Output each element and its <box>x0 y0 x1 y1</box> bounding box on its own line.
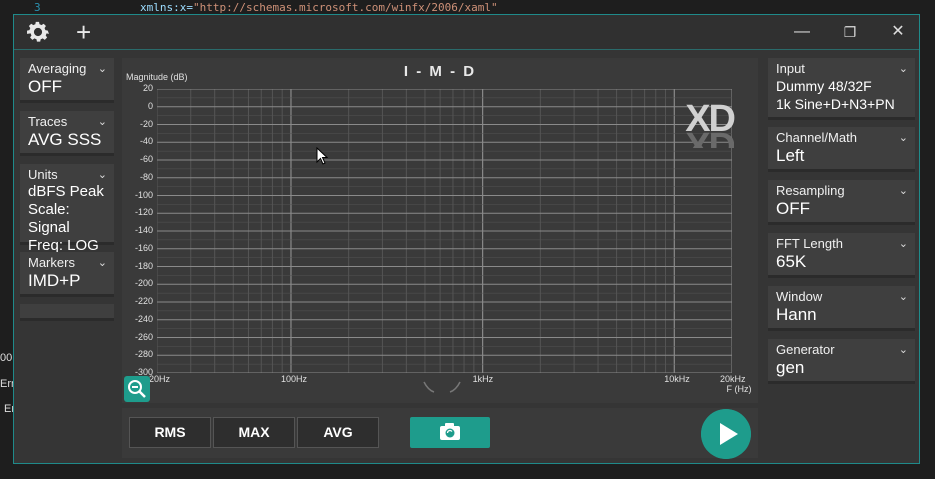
y-tick-label: -220 <box>134 296 153 306</box>
units-label: Units <box>28 167 58 182</box>
spectrum-graph[interactable]: I - M - D Magnitude (dB) 20 0 -20 -40 -60 -80… <box>122 58 758 403</box>
rms-button[interactable]: RMS <box>129 417 211 448</box>
camera-icon[interactable] <box>410 417 490 448</box>
play-icon[interactable] <box>701 409 751 459</box>
chevron-down-icon: ⌄ <box>898 63 908 75</box>
resampling-label: Resampling <box>776 183 845 198</box>
code-line-number: 3 <box>34 1 41 14</box>
y-tick-label: -40 <box>139 136 153 147</box>
window-label: Window <box>776 289 823 304</box>
mouse-cursor-icon <box>316 147 328 165</box>
input-line-2: 1k Sine+D+N3+PN <box>776 96 895 112</box>
chevron-down-icon: ⌄ <box>898 344 908 356</box>
input-line-1: Dummy 48/32F <box>776 78 872 94</box>
plot-area[interactable] <box>157 89 732 373</box>
fft-length-value: 65K <box>776 252 807 271</box>
code-string: "http://schemas.microsoft.com/winfx/2006… <box>192 1 498 14</box>
scroll-handle-icon[interactable] <box>422 380 462 394</box>
generator-panel[interactable]: Generator gen ⌄ <box>768 339 915 384</box>
x-axis-label: F (Hz) <box>726 384 752 394</box>
resampling-value: OFF <box>776 199 810 218</box>
chevron-down-icon: ⌄ <box>898 291 908 303</box>
chevron-down-icon: ⌄ <box>898 132 908 144</box>
y-tick-label: -280 <box>134 349 153 360</box>
add-icon[interactable]: + <box>76 19 91 45</box>
channel-math-panel[interactable]: Channel/Math Left ⌄ <box>768 127 915 172</box>
graph-title: I - M - D <box>403 63 477 80</box>
background-editor-strip: 3 xmlns:x="http://schemas.microsoft.com/… <box>0 0 935 14</box>
app-window: + — ❐ ✕ Averaging OFF ⌄ Traces AVG SSS ⌄… <box>13 14 920 464</box>
resampling-panel[interactable]: Resampling OFF ⌄ <box>768 180 915 225</box>
generator-label: Generator <box>776 342 835 357</box>
y-tick-label: -140 <box>134 225 153 235</box>
x-tick-label: 100Hz <box>280 374 307 384</box>
x-tick-label: 1kHz <box>472 374 494 384</box>
code-line: xmlns:x="http://schemas.microsoft.com/wi… <box>140 1 498 14</box>
channel-math-value: Left <box>776 146 805 165</box>
bg-fragment-1: 00 <box>0 352 13 364</box>
traces-value: AVG SSS <box>28 130 102 149</box>
control-bar: RMS MAX AVG <box>122 408 758 459</box>
fft-length-panel[interactable]: FFT Length 65K ⌄ <box>768 233 915 278</box>
generator-value: gen <box>776 358 805 377</box>
y-tick-label: 20 <box>142 83 153 93</box>
y-tick-label: -240 <box>134 313 153 324</box>
averaging-value: OFF <box>28 77 62 96</box>
channel-math-label: Channel/Math <box>776 130 857 145</box>
xd-logo-reflection: XD <box>685 126 734 148</box>
units-line-1: dBFS Peak <box>28 183 104 200</box>
input-label: Input <box>776 61 805 76</box>
y-tick-label: 0 <box>147 100 153 111</box>
chevron-down-icon: ⌄ <box>97 116 107 128</box>
zoom-out-icon[interactable] <box>124 376 150 402</box>
traces-panel[interactable]: Traces AVG SSS ⌄ <box>20 111 114 156</box>
chevron-down-icon: ⌄ <box>97 169 107 181</box>
max-button[interactable]: MAX <box>213 417 295 448</box>
chevron-down-icon: ⌄ <box>898 238 908 250</box>
markers-label: Markers <box>28 255 75 270</box>
y-tick-label: -260 <box>134 331 153 342</box>
code-attribute: xmlns:x= <box>140 1 193 14</box>
x-tick-label: 20Hz <box>149 374 171 384</box>
y-tick-label: -60 <box>139 154 153 164</box>
x-tick-label: 20kHz <box>720 374 746 384</box>
y-tick-label: -80 <box>139 171 153 182</box>
y-tick-label: -200 <box>134 278 153 289</box>
chevron-down-icon: ⌄ <box>898 185 908 197</box>
restore-button[interactable]: ❐ <box>838 21 862 43</box>
fft-length-label: FFT Length <box>776 236 843 251</box>
title-bar: + — ❐ ✕ <box>14 15 919 50</box>
close-button[interactable]: ✕ <box>886 21 910 43</box>
chevron-down-icon: ⌄ <box>97 257 107 269</box>
y-tick-label: -120 <box>134 207 153 218</box>
window-value: Hann <box>776 305 817 324</box>
empty-panel <box>20 304 114 321</box>
minimize-button[interactable]: — <box>790 21 814 43</box>
x-tick-label: 10kHz <box>664 374 690 384</box>
y-tick-label: -180 <box>134 260 153 271</box>
y-tick-label: -160 <box>134 242 153 253</box>
window-panel[interactable]: Window Hann ⌄ <box>768 286 915 331</box>
traces-label: Traces <box>28 114 68 129</box>
units-line-2: Scale: Signal <box>28 201 70 236</box>
chevron-down-icon: ⌄ <box>97 63 107 75</box>
input-panel[interactable]: Input Dummy 48/32F 1k Sine+D+N3+PN ⌄ <box>768 58 915 120</box>
y-tick-label: -20 <box>139 118 153 129</box>
y-tick-label: -100 <box>134 189 153 200</box>
averaging-panel[interactable]: Averaging OFF ⌄ <box>20 58 114 103</box>
y-axis-label: Magnitude (dB) <box>126 72 188 82</box>
units-panel[interactable]: Units dBFS Peak Scale: Signal Freq: LOG … <box>20 164 114 254</box>
gear-icon[interactable] <box>24 18 52 46</box>
markers-value: IMD+P <box>28 271 81 290</box>
averaging-label: Averaging <box>28 61 87 76</box>
avg-button[interactable]: AVG <box>297 417 379 448</box>
markers-panel[interactable]: Markers IMD+P ⌄ <box>20 252 114 297</box>
